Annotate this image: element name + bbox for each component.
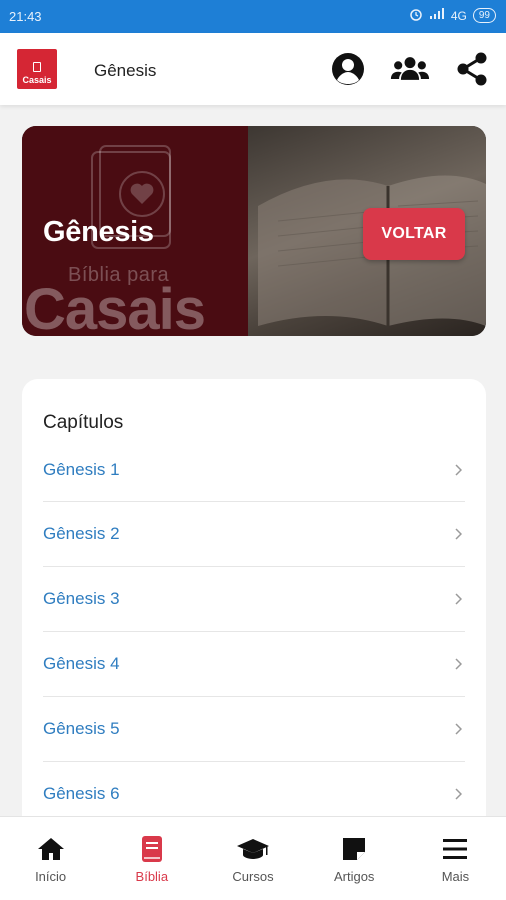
- status-time: 21:43: [9, 9, 42, 24]
- hero-banner: Bíblia para Casais Gênesis VOLTAR: [22, 126, 486, 336]
- hero-brand-bottom: Casais: [24, 277, 206, 336]
- menu-icon: [443, 835, 468, 863]
- chevron-right-icon: [451, 722, 465, 736]
- nav-mais[interactable]: Mais: [405, 817, 506, 900]
- hero-title: Gênesis: [43, 216, 154, 248]
- bible-icon: [141, 835, 163, 863]
- alarm-icon: [409, 7, 423, 24]
- signal-icon: [429, 8, 445, 23]
- chapter-item[interactable]: Gênesis 4: [43, 632, 465, 697]
- graduation-cap-icon: [236, 835, 270, 863]
- chapters-list: Gênesis 1 Gênesis 2 Gênesis 3 Gênesis 4 …: [43, 439, 465, 827]
- logo-text: Casais: [22, 75, 52, 85]
- network-type: 4G: [450, 8, 467, 23]
- nav-artigos[interactable]: Artigos: [304, 817, 405, 900]
- logo-book-icon: [33, 62, 41, 72]
- share-icon: [457, 52, 487, 86]
- users-icon: [390, 57, 430, 80]
- bottom-nav: Início Bíblia Cursos Artigos Mais: [0, 816, 506, 900]
- chevron-right-icon: [451, 463, 465, 477]
- app-bar-actions: [328, 49, 492, 89]
- status-indicators: 4G 99: [409, 7, 496, 24]
- community-button[interactable]: [390, 49, 430, 89]
- user-circle-icon: [332, 53, 364, 85]
- chapter-item[interactable]: Gênesis 1: [43, 439, 465, 502]
- nav-label: Cursos: [232, 869, 274, 884]
- chapter-label: Gênesis 6: [43, 784, 120, 803]
- app-bar: Casais Gênesis: [0, 33, 506, 105]
- page-title: Gênesis: [94, 61, 157, 80]
- chapters-card: Capítulos Gênesis 1 Gênesis 2 Gênesis 3 …: [22, 379, 486, 849]
- nav-label: Bíblia: [135, 869, 169, 884]
- chapter-label: Gênesis 2: [43, 524, 120, 543]
- battery-level: 99: [472, 8, 496, 23]
- app-logo[interactable]: Casais: [17, 49, 57, 89]
- chapter-item[interactable]: Gênesis 3: [43, 567, 465, 632]
- share-button[interactable]: [452, 49, 492, 89]
- chapter-item[interactable]: Gênesis 5: [43, 697, 465, 762]
- chevron-right-icon: [451, 592, 465, 606]
- chapter-label: Gênesis 5: [43, 719, 120, 738]
- chapter-item[interactable]: Gênesis 2: [43, 502, 465, 567]
- back-button[interactable]: VOLTAR: [363, 208, 465, 260]
- chevron-right-icon: [451, 787, 465, 801]
- chapter-label: Gênesis 3: [43, 589, 120, 608]
- nav-label: Mais: [441, 869, 470, 884]
- nav-cursos[interactable]: Cursos: [202, 817, 303, 900]
- nav-inicio[interactable]: Início: [0, 817, 101, 900]
- nav-label: Início: [35, 869, 67, 884]
- chevron-right-icon: [451, 527, 465, 541]
- sticky-note-icon: [342, 835, 366, 863]
- nav-label: Artigos: [333, 869, 375, 884]
- chevron-right-icon: [451, 657, 465, 671]
- chapter-label: Gênesis 4: [43, 654, 120, 673]
- status-bar: 21:43 4G 99: [0, 0, 506, 33]
- chapters-heading: Capítulos: [43, 412, 124, 433]
- profile-button[interactable]: [328, 49, 368, 89]
- nav-biblia[interactable]: Bíblia: [101, 817, 202, 900]
- chapter-label: Gênesis 1: [43, 460, 120, 479]
- home-icon: [36, 835, 66, 863]
